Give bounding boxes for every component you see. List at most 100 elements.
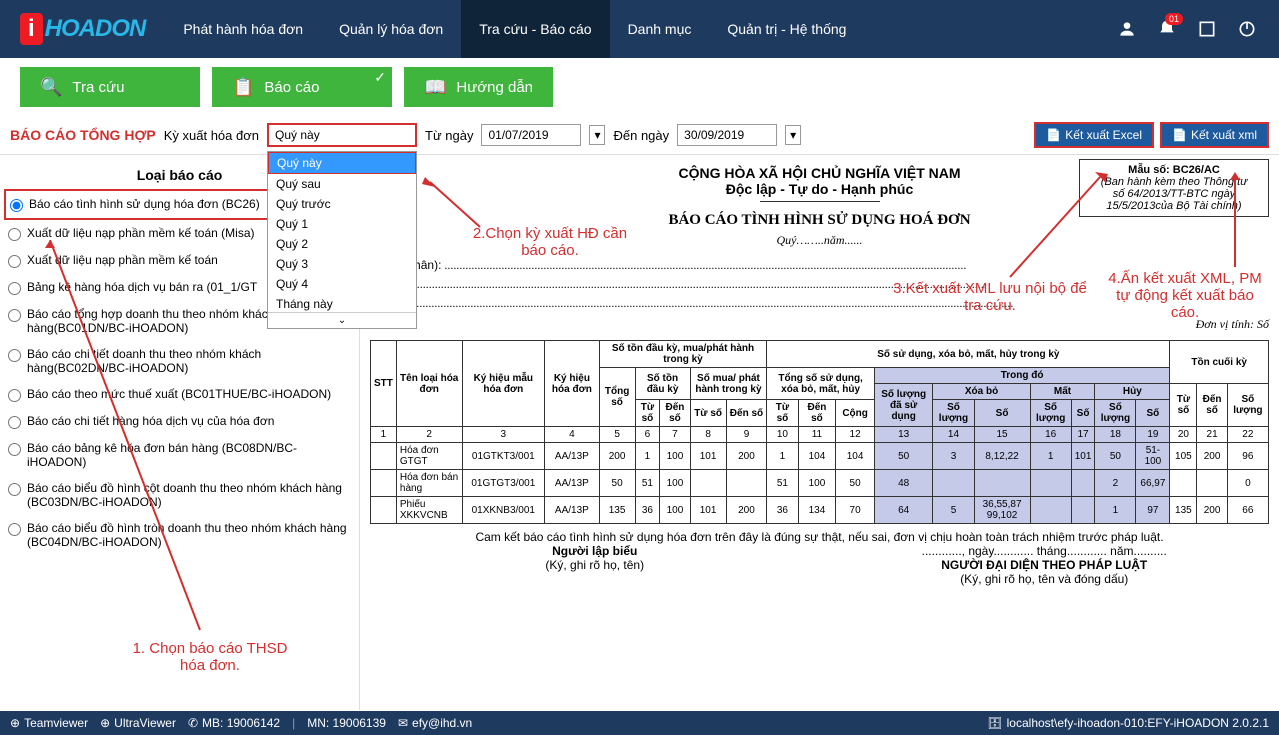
nav-danh-muc[interactable]: Danh mục xyxy=(610,0,710,58)
sidebar-item-thue[interactable]: Báo cáo theo mức thuế xuất (BC01THUE/BC-… xyxy=(4,381,355,408)
radio-misa[interactable] xyxy=(8,228,21,241)
sidebar-item-label: Báo cáo bảng kê hóa đơn bán hàng (BC08DN… xyxy=(27,441,351,469)
export-excel-button[interactable]: 📄Kết xuất Excel xyxy=(1034,122,1154,148)
doc-f1: ức (cá nhân): ..........................… xyxy=(370,258,1269,273)
sidebar-item-label: Báo cáo biểu đồ hình tròn doanh thu theo… xyxy=(27,521,351,549)
sub-toolbar: 🔍 Tra cứu 📋Báo cáo 📖Hướng dẫn xyxy=(0,58,1279,116)
dropdown-item-quy-sau[interactable]: Quý sau xyxy=(268,174,416,194)
doc-quy: Quý……..năm...... xyxy=(370,233,1269,248)
colnum-row: 12345678910111213141516171819202122 xyxy=(371,427,1269,443)
nav-quan-ly[interactable]: Quản lý hóa đơn xyxy=(321,0,461,58)
sidebar-item-bc08[interactable]: Báo cáo bảng kê hóa đơn bán hàng (BC08DN… xyxy=(4,435,355,475)
th-kyhieu: Ký hiệu mẫu hóa đơn xyxy=(462,341,545,427)
sidebar-item-label: Báo cáo biểu đồ hình cột doanh thu theo … xyxy=(27,481,351,509)
nav-tra-cuu[interactable]: Tra cứu - Báo cáo xyxy=(461,0,609,58)
xml-icon: 📄 xyxy=(1172,128,1187,142)
bell-icon[interactable]: 01 xyxy=(1155,17,1179,41)
th-mp-den: Đến số xyxy=(726,400,767,427)
sidebar-item-label: Bảng kê hàng hóa dịch vụ bán ra (01_1/GT xyxy=(27,280,257,294)
radio-bc26[interactable] xyxy=(10,199,23,212)
sidebar-item-label: Báo cáo chi tiết hàng hóa dịch vụ của hó… xyxy=(27,414,274,428)
user-icon[interactable] xyxy=(1115,17,1139,41)
sidebar-item-label: Xuất dữ liệu nạp phần mềm kế toán xyxy=(27,253,218,267)
export-xml-button[interactable]: 📄Kết xuất xml xyxy=(1160,122,1269,148)
radio-bc03[interactable] xyxy=(8,483,21,496)
dropdown-expand-icon[interactable]: ⌄ xyxy=(268,312,416,328)
radio-chitiet[interactable] xyxy=(8,416,21,429)
th-stt: STT xyxy=(371,341,397,427)
doc-footer: Cam kết báo cáo tình hình sử dụng hóa đơ… xyxy=(370,530,1269,586)
nav-quan-tri[interactable]: Quản trị - Hệ thống xyxy=(709,0,864,58)
baocao-label: Báo cáo xyxy=(264,79,319,96)
phone-icon: ✆ xyxy=(188,716,198,730)
radio-thue[interactable] xyxy=(8,389,21,402)
th-tc-sl: Số lượng xyxy=(1227,384,1268,427)
sidebar-item-label: Báo cáo tình hình sử dụng hóa đơn (BC26) xyxy=(29,197,260,211)
th-tc-den: Đến số xyxy=(1197,384,1227,427)
th-m-sl: Số lượng xyxy=(1030,400,1071,427)
dropdown-item-quy-4[interactable]: Quý 4 xyxy=(268,274,416,294)
ky-label: Kỳ xuất hóa đơn xyxy=(164,128,259,143)
nlb-sub: (Ký, ghi rõ họ, tên) xyxy=(370,558,820,572)
th-toncuoi: Tồn cuối kỳ xyxy=(1170,341,1269,384)
tracuu-label: Tra cứu xyxy=(72,79,124,96)
th-kyhd: Ký hiệu hóa đơn xyxy=(545,341,600,427)
sidebar-item-bc02[interactable]: Báo cáo chi tiết doanh thu theo nhóm khá… xyxy=(4,341,355,381)
th-tondau: Số tồn đầu kỳ xyxy=(635,368,690,400)
dropdown-item-quy-2[interactable]: Quý 2 xyxy=(268,234,416,254)
logo-i-icon: i xyxy=(20,13,43,45)
ndd-sub: (Ký, ghi rõ họ, tên và đóng dấu) xyxy=(820,572,1270,586)
dropdown-item-quy-nay[interactable]: Quý này xyxy=(268,152,416,174)
logo-text: HOADON xyxy=(45,15,146,43)
th-td-tu: Từ số xyxy=(635,400,660,427)
status-bar: ⊕Teamviewer ⊕UltraViewer ✆MB: 19006142 |… xyxy=(0,711,1279,735)
th-tongsd: Tổng số sử dụng, xóa bỏ, mất, hủy xyxy=(767,368,875,400)
tungay-input[interactable] xyxy=(481,124,581,146)
dropdown-item-quy-1[interactable]: Quý 1 xyxy=(268,214,416,234)
dropdown-item-thang-nay[interactable]: Tháng này xyxy=(268,294,416,312)
baocao-button[interactable]: 📋Báo cáo xyxy=(212,67,392,107)
tungay-calendar-icon[interactable]: ▾ xyxy=(589,125,605,145)
th-group1: Số tồn đầu kỳ, mua/phát hành trong kỳ xyxy=(599,341,767,368)
status-ultraviewer[interactable]: ⊕UltraViewer xyxy=(100,716,176,730)
power-icon[interactable] xyxy=(1235,17,1259,41)
th-trongdo: Trong đó xyxy=(874,368,1169,384)
date-line: ............, ngày............ tháng....… xyxy=(820,544,1270,558)
tracuu-button[interactable]: 🔍 Tra cứu xyxy=(20,67,200,107)
status-teamviewer[interactable]: ⊕Teamviewer xyxy=(10,716,88,730)
sidebar-item-label: Báo cáo theo mức thuế xuất (BC01THUE/BC-… xyxy=(27,387,331,401)
th-tsd-den: Đến số xyxy=(798,400,836,427)
radio-bc01[interactable] xyxy=(8,309,21,322)
th-xoabo: Xóa bỏ xyxy=(933,384,1030,400)
ky-select[interactable] xyxy=(267,123,417,147)
th-xb-sl: Số lượng xyxy=(933,400,974,427)
mail-icon: ✉ xyxy=(398,716,408,730)
radio-bangke[interactable] xyxy=(8,282,21,295)
th-m-so: Số xyxy=(1071,400,1095,427)
th-sld: Số lượng đã sử dụng xyxy=(874,384,933,427)
radio-bc04[interactable] xyxy=(8,523,21,536)
header-right: 01 xyxy=(1115,17,1259,41)
excel-icon: 📄 xyxy=(1046,128,1061,142)
report-content: Mẫu số: BC26/AC (Ban hành kèm theo Thông… xyxy=(360,155,1279,710)
app-header: i HOADON Phát hành hóa đơn Quản lý hóa đ… xyxy=(0,0,1279,58)
dropdown-item-quy-3[interactable]: Quý 3 xyxy=(268,254,416,274)
search-icon: 🔍 xyxy=(40,77,62,98)
radio-bc02[interactable] xyxy=(8,349,21,362)
sidebar-item-chitiet[interactable]: Báo cáo chi tiết hàng hóa dịch vụ của hó… xyxy=(4,408,355,435)
report-table: STT Tên loại hóa đơn Ký hiệu mẫu hóa đơn… xyxy=(370,340,1269,524)
radio-ketoan[interactable] xyxy=(8,255,21,268)
th-tsd-tu: Từ số xyxy=(767,400,798,427)
sidebar-item-bc04[interactable]: Báo cáo biểu đồ hình tròn doanh thu theo… xyxy=(4,515,355,555)
denngay-input[interactable] xyxy=(677,124,777,146)
th-huy: Hủy xyxy=(1095,384,1170,400)
huongdan-button[interactable]: 📖Hướng dẫn xyxy=(404,67,553,107)
denngay-calendar-icon[interactable]: ▾ xyxy=(785,125,801,145)
radio-bc08[interactable] xyxy=(8,443,21,456)
sidebar-item-bc03[interactable]: Báo cáo biểu đồ hình cột doanh thu theo … xyxy=(4,475,355,515)
settings-icon[interactable] xyxy=(1195,17,1219,41)
ky-select-wrap: Quý này Quý sau Quý trước Quý 1 Quý 2 Qu… xyxy=(267,123,417,147)
ultraviewer-icon: ⊕ xyxy=(100,716,110,730)
nav-phat-hanh[interactable]: Phát hành hóa đơn xyxy=(165,0,321,58)
dropdown-item-quy-truoc[interactable]: Quý trước xyxy=(268,194,416,214)
